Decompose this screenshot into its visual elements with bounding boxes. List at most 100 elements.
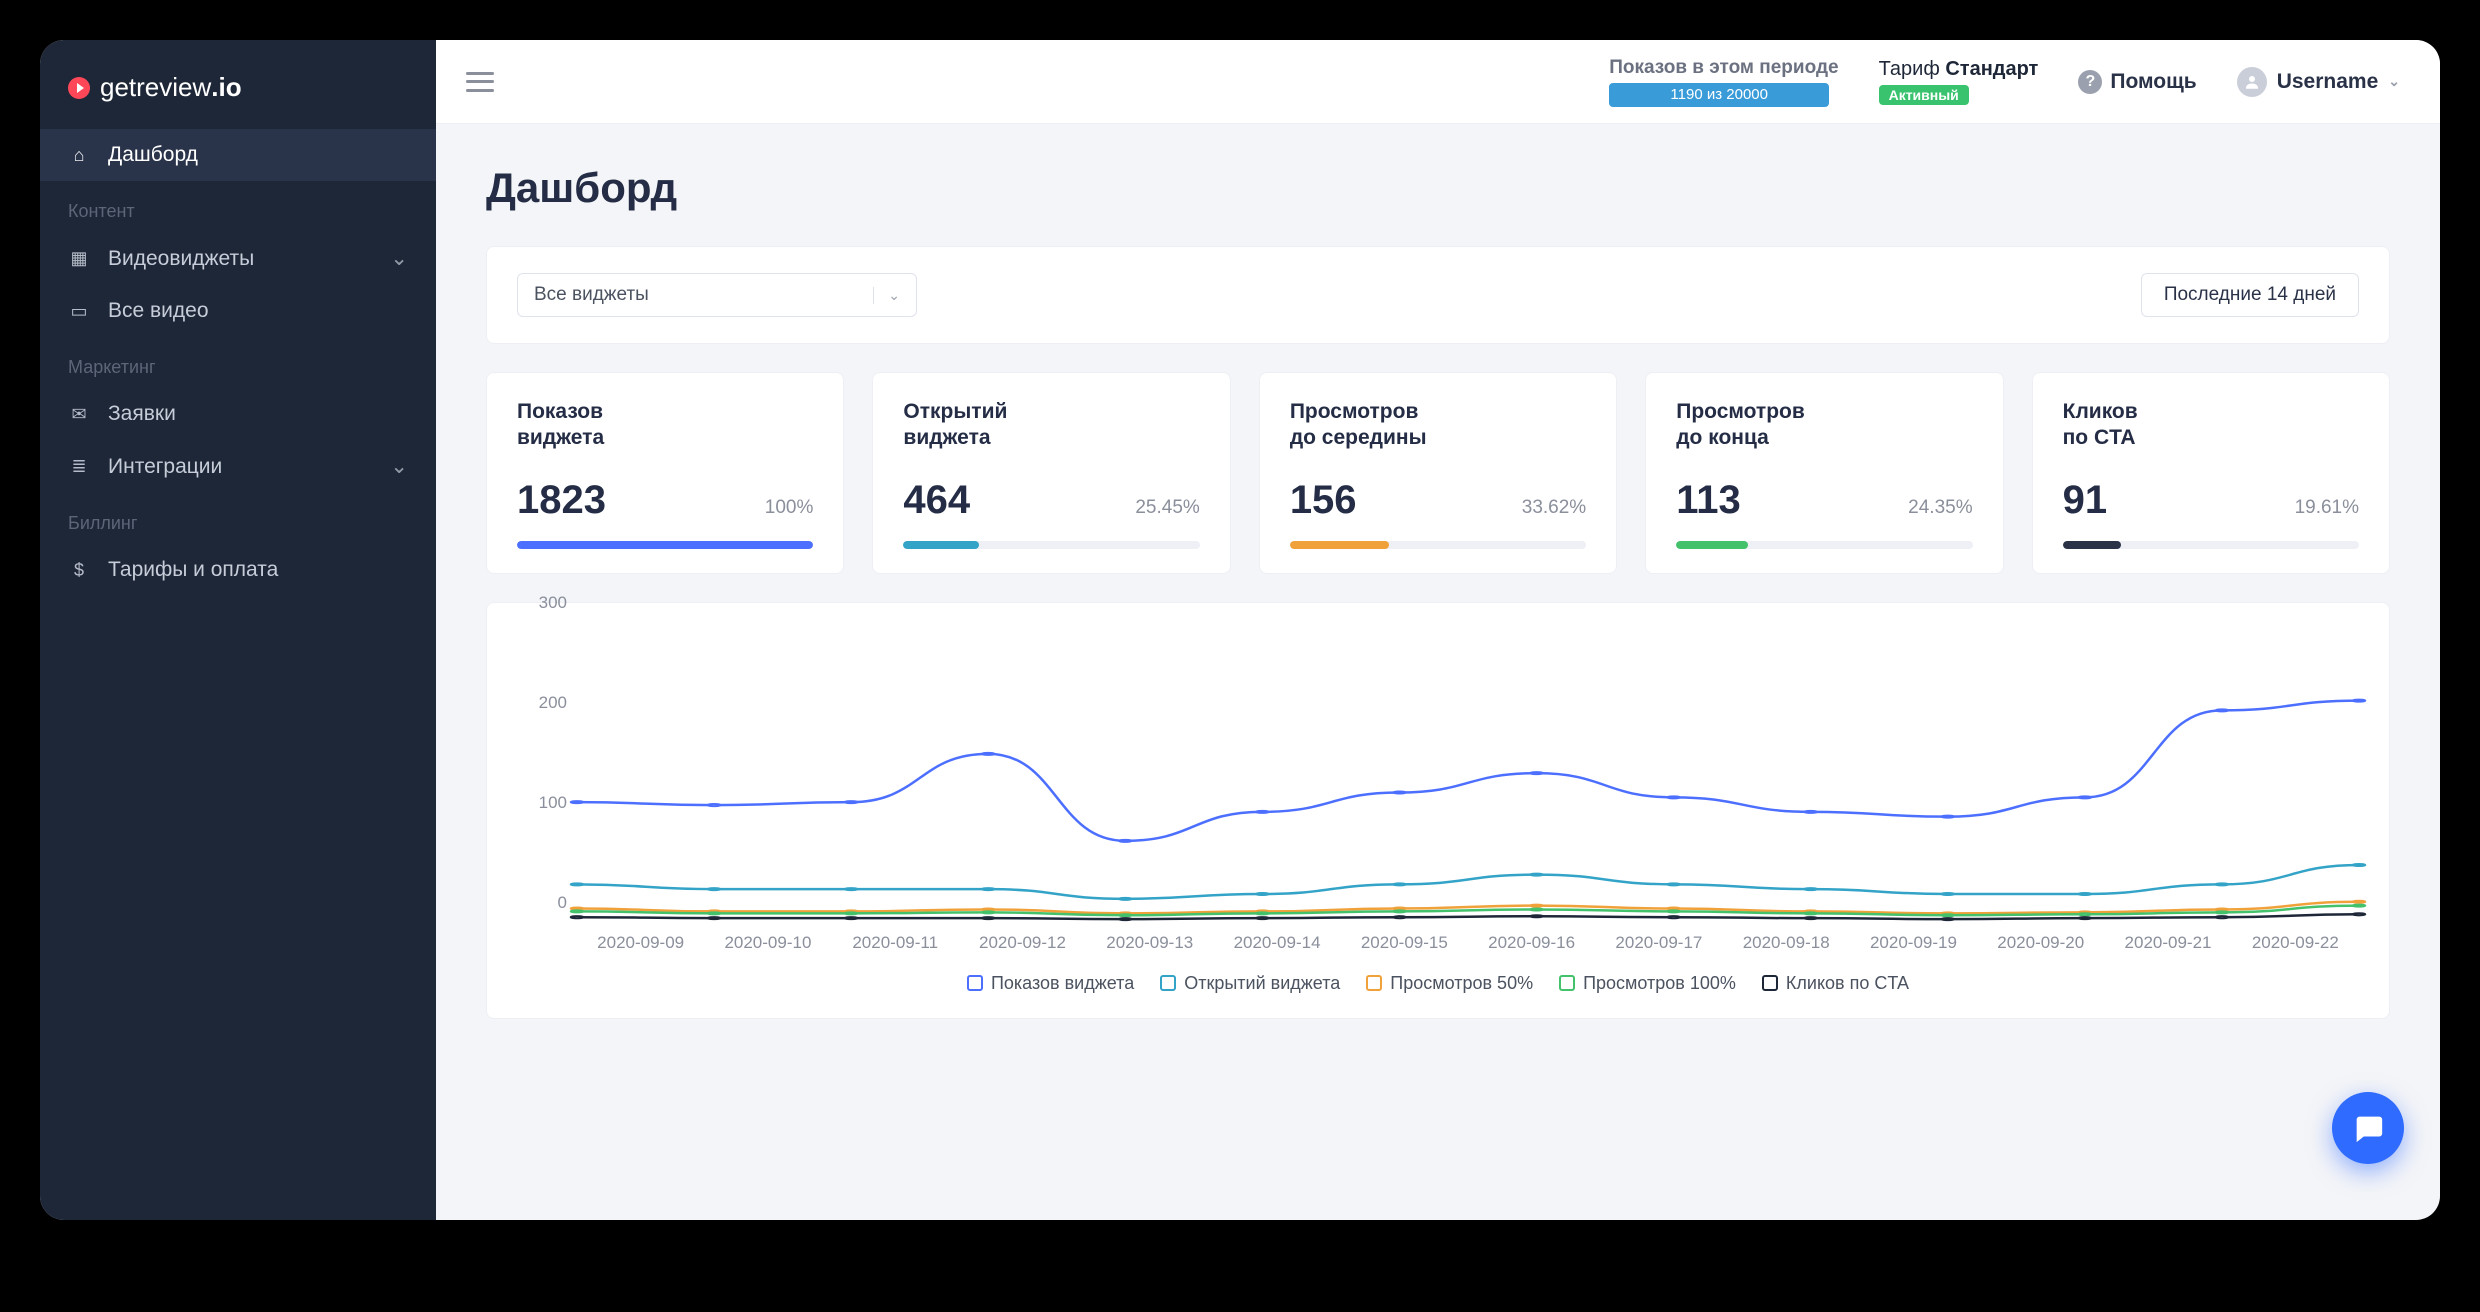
sidebar-item[interactable]: ⌂ Дашборд xyxy=(40,129,436,181)
period-label: Показов в этом периоде xyxy=(1609,57,1838,79)
stat-value: 113 xyxy=(1676,478,1741,523)
legend-label: Просмотров 100% xyxy=(1583,973,1736,994)
stat-bar xyxy=(903,541,1199,549)
y-tick: 200 xyxy=(539,693,567,713)
stat-percent: 25.45% xyxy=(1135,497,1199,519)
stat-value: 464 xyxy=(903,478,970,523)
stat-title: Просмотров до середины xyxy=(1290,399,1586,452)
chat-icon xyxy=(2351,1111,2385,1145)
chart-legend: Показов виджета Открытий виджета Просмотро… xyxy=(517,973,2359,994)
chevron-down-icon: ⌄ xyxy=(390,454,408,479)
chevron-down-icon: ⌄ xyxy=(390,246,408,271)
date-range-button[interactable]: Последние 14 дней xyxy=(2141,273,2359,317)
sidebar-item-label: Все видео xyxy=(108,299,209,323)
chevron-down-icon: ⌄ xyxy=(873,287,900,304)
stat-card: Просмотров до конца11324.35% xyxy=(1645,372,2003,574)
stat-bar xyxy=(517,541,813,549)
period-usage: Показов в этом периоде 1190 из 20000 xyxy=(1609,57,1838,107)
menu-toggle-icon[interactable] xyxy=(466,72,494,92)
video-icon: ▭ xyxy=(68,301,90,322)
x-tick: 2020-09-22 xyxy=(2232,933,2359,963)
sidebar-item-label: Заявки xyxy=(108,402,176,426)
x-tick: 2020-09-21 xyxy=(2104,933,2231,963)
x-tick: 2020-09-10 xyxy=(704,933,831,963)
stat-percent: 24.35% xyxy=(1908,497,1972,519)
stat-bar xyxy=(1290,541,1586,549)
sidebar-item[interactable]: ≣Интеграции⌄ xyxy=(40,440,436,493)
stat-title: Показов виджета xyxy=(517,399,813,452)
brand-logo[interactable]: getreview.io xyxy=(40,64,436,129)
stat-bar xyxy=(2063,541,2359,549)
content: Дашборд Все виджеты ⌄ Последние 14 дней … xyxy=(436,124,2440,1059)
sidebar-nav: ⌂ Дашборд Контент ▦ Видеовиджеты ⌄ ▭ Все видео М… xyxy=(40,129,436,596)
y-tick: 0 xyxy=(558,893,567,913)
x-tick: 2020-09-14 xyxy=(1213,933,1340,963)
x-tick: 2020-09-13 xyxy=(1086,933,1213,963)
line-chart: 0100200300 2020-09-092020-09-102020-09-1… xyxy=(517,623,2359,963)
widget-select[interactable]: Все виджеты ⌄ xyxy=(517,273,917,317)
question-icon: ? xyxy=(2078,70,2102,94)
legend-label: Открытий виджета xyxy=(1184,973,1340,994)
stat-title: Кликов по CTA xyxy=(2063,399,2359,452)
x-tick: 2020-09-16 xyxy=(1468,933,1595,963)
tariff-name: Стандарт xyxy=(1945,58,2038,80)
stat-card: Открытий виджета 464 25.45% xyxy=(872,372,1230,574)
chart-card: 0100200300 2020-09-092020-09-102020-09-1… xyxy=(486,602,2390,1019)
sidebar-item[interactable]: ✉ Заявки xyxy=(40,388,436,440)
widget-icon: ▦ xyxy=(68,248,90,269)
inbox-icon: ✉ xyxy=(68,404,90,425)
home-icon: ⌂ xyxy=(68,145,90,166)
legend-item[interactable]: Просмотров 50% xyxy=(1366,973,1533,994)
sidebar-group-label: Контент xyxy=(40,181,436,232)
tariff-info: Тариф Стандарт Активный xyxy=(1879,58,2039,105)
stat-percent: 100% xyxy=(765,497,814,519)
play-icon xyxy=(68,77,90,99)
avatar-icon xyxy=(2237,67,2267,97)
legend-swatch xyxy=(1160,975,1176,991)
sidebar-item[interactable]: ▭ Все видео xyxy=(40,285,436,337)
x-tick: 2020-09-12 xyxy=(959,933,1086,963)
brand-suffix: .io xyxy=(211,72,241,102)
chevron-down-icon: ⌄ xyxy=(2388,73,2400,90)
chat-fab[interactable] xyxy=(2332,1092,2404,1164)
legend-item[interactable]: Просмотров 100% xyxy=(1559,973,1736,994)
sidebar-group-label: Биллинг xyxy=(40,493,436,544)
sidebar-item[interactable]: ▦ Видеовиджеты ⌄ xyxy=(40,232,436,285)
main-area: Показов в этом периоде 1190 из 20000 Тар… xyxy=(436,40,2440,1220)
sidebar-item-label: Видеовиджеты xyxy=(108,247,254,271)
legend-swatch xyxy=(1559,975,1575,991)
stat-percent: 33.62% xyxy=(1522,497,1586,519)
legend-swatch xyxy=(1366,975,1382,991)
tariff-status-badge: Активный xyxy=(1879,85,1969,105)
stat-title: Открытий виджета xyxy=(903,399,1199,452)
app-window: getreview.io ⌂ Дашборд Контент ▦ Видеовиджет… xyxy=(40,40,2440,1220)
stat-bar xyxy=(1676,541,1972,549)
period-bar: 1190 из 20000 xyxy=(1609,83,1829,107)
legend-label: Просмотров 50% xyxy=(1390,973,1533,994)
filter-card: Все виджеты ⌄ Последние 14 дней xyxy=(486,246,2390,344)
x-tick: 2020-09-19 xyxy=(1850,933,1977,963)
stat-value: 1823 xyxy=(517,478,606,523)
sidebar-item-label: Дашборд xyxy=(108,143,198,167)
y-tick: 300 xyxy=(539,593,567,613)
user-menu[interactable]: Username ⌄ xyxy=(2237,67,2400,97)
x-tick: 2020-09-20 xyxy=(1977,933,2104,963)
layers-icon: ≣ xyxy=(68,456,90,477)
legend-label: Кликов по CTA xyxy=(1786,973,1909,994)
dollar-icon: $ xyxy=(68,560,90,581)
brand-name: getreview xyxy=(100,72,211,102)
stat-card: Кликов по CTA 91 19.61% xyxy=(2032,372,2390,574)
legend-item[interactable]: Кликов по CTA xyxy=(1762,973,1909,994)
legend-item[interactable]: Открытий виджета xyxy=(1160,973,1340,994)
legend-item[interactable]: Показов виджета xyxy=(967,973,1134,994)
help-button[interactable]: ? Помощь xyxy=(2078,70,2196,94)
sidebar-group-label: Маркетинг xyxy=(40,337,436,388)
page-title: Дашборд xyxy=(486,164,2390,212)
legend-label: Показов виджета xyxy=(991,973,1134,994)
stat-value: 91 xyxy=(2063,478,2108,523)
sidebar-item[interactable]: $Тарифы и оплата xyxy=(40,544,436,596)
y-tick: 100 xyxy=(539,793,567,813)
username: Username xyxy=(2277,70,2379,94)
x-tick: 2020-09-18 xyxy=(1723,933,1850,963)
stat-percent: 19.61% xyxy=(2295,497,2359,519)
